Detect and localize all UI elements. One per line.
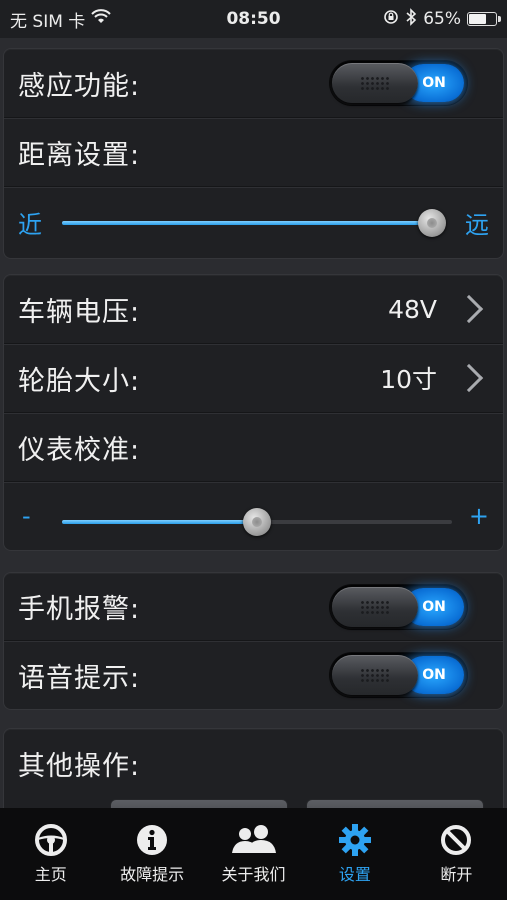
voltage-row[interactable]: 车辆电压: 48V [4, 275, 503, 344]
voice-prompt-label: 语音提示: [18, 662, 141, 694]
phone-alarm-row: 手机报警: ON [4, 573, 503, 641]
calibration-plus-label: + [468, 502, 489, 530]
rotation-lock-icon [383, 9, 399, 30]
distance-slider-row: 近 远 [4, 187, 503, 258]
carrier-label: 无 SIM 卡 [10, 11, 86, 32]
alerts-group: 手机报警: ON 语音提示: ON [3, 572, 504, 710]
tab-bar: 主页 故障提示 关于我们 设置 断开 [0, 808, 507, 900]
info-icon [137, 825, 168, 855]
tab-settings-label: 设置 [338, 865, 371, 884]
other-ops-label: 其他操作: [18, 751, 141, 782]
tab-home[interactable]: 主页 [0, 808, 101, 900]
tire-value: 10寸 [380, 365, 437, 394]
calibration-label: 仪表校准: [18, 434, 141, 466]
tab-faults[interactable]: 故障提示 [101, 808, 202, 900]
toggle-knob[interactable] [332, 655, 418, 695]
tab-disconnect[interactable]: 断开 [406, 808, 507, 900]
toggle-knob[interactable] [332, 63, 418, 103]
other-ops-buttons [4, 799, 503, 808]
steering-wheel-icon [34, 824, 67, 856]
distance-slider-fill [62, 221, 433, 225]
other-ops-row: 其他操作: [4, 729, 503, 798]
voice-prompt-toggle[interactable]: ON [330, 653, 467, 697]
status-left: 无 SIM 卡 [10, 7, 112, 32]
wifi-icon [91, 8, 112, 30]
calibration-slider-row: - + [4, 482, 503, 550]
phone-alarm-label: 手机报警: [18, 594, 141, 625]
calibration-row: 仪表校准: [4, 413, 503, 482]
sensing-row: 感应功能: ON [4, 49, 503, 118]
battery-percent: 65% [423, 9, 461, 29]
distance-slider[interactable] [62, 209, 447, 237]
calibration-minus-label: - [22, 502, 31, 530]
distance-far-label: 远 [465, 211, 489, 239]
tire-label: 轮胎大小: [18, 365, 141, 397]
distance-label: 距离设置: [18, 139, 141, 171]
users-icon [231, 825, 276, 853]
phone-alarm-toggle[interactable]: ON [330, 584, 467, 629]
tab-settings[interactable]: 设置 [304, 808, 405, 900]
tab-disconnect-label: 断开 [440, 865, 473, 884]
sensing-label: 感应功能: [18, 70, 141, 102]
voltage-label: 车辆电压: [18, 296, 141, 328]
toggle-knob[interactable] [332, 586, 418, 627]
tab-faults-label: 故障提示 [120, 865, 185, 884]
tire-row[interactable]: 轮胎大小: 10寸 [4, 344, 503, 413]
operation-button[interactable] [306, 799, 484, 808]
sensing-group: 感应功能: ON 距离设置: 近 远 [3, 48, 504, 259]
chevron-right-icon [454, 294, 484, 324]
distance-row: 距离设置: [4, 118, 503, 187]
tab-about-label: 关于我们 [221, 865, 286, 884]
tab-home-label: 主页 [34, 865, 67, 884]
bluetooth-icon [405, 7, 417, 31]
disconnect-icon [441, 825, 472, 855]
calibration-slider[interactable] [62, 508, 452, 536]
calibration-slider-thumb[interactable] [243, 508, 271, 536]
battery-icon [467, 12, 501, 26]
other-ops-group: 其他操作: [3, 728, 504, 808]
tab-about[interactable]: 关于我们 [203, 808, 304, 900]
sensing-toggle[interactable]: ON [330, 61, 467, 105]
operation-button[interactable] [110, 799, 288, 808]
chevron-right-icon [454, 363, 484, 393]
status-bar: 无 SIM 卡 08:50 65% [0, 0, 507, 38]
vehicle-group: 车辆电压: 48V 轮胎大小: 10寸 仪表校准: - + [3, 274, 504, 551]
distance-slider-thumb[interactable] [418, 209, 447, 237]
gear-icon [338, 824, 371, 856]
status-right: 65% [383, 7, 501, 31]
voltage-value: 48V [388, 294, 437, 324]
distance-near-label: 近 [18, 211, 42, 239]
settings-content[interactable]: 感应功能: ON 距离设置: 近 远 车辆电压: 48V 轮胎大小: 10寸 仪… [0, 38, 507, 808]
voice-prompt-row: 语音提示: ON [4, 641, 503, 709]
calibration-slider-fill [62, 520, 257, 524]
